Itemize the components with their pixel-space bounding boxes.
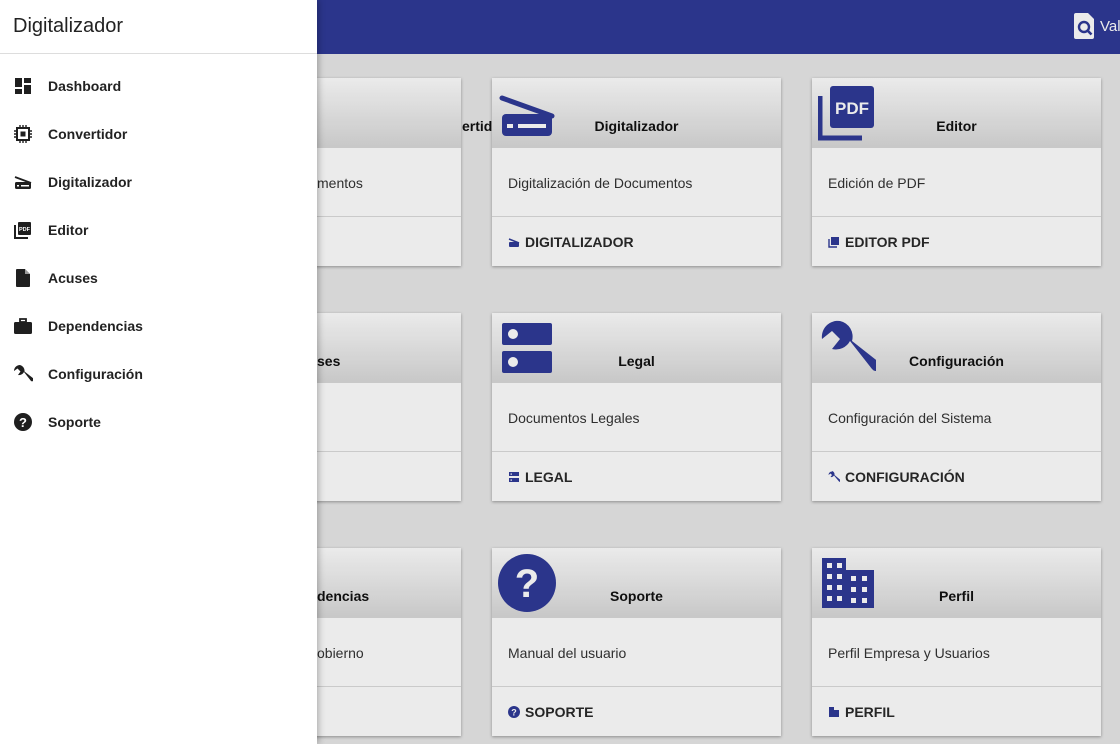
dashboard-icon (15, 78, 31, 94)
drawer-item-dependencias[interactable]: Dependencias (0, 302, 317, 350)
drawer-item-acuses[interactable]: Acuses (0, 254, 317, 302)
drawer-title: Digitalizador (0, 0, 317, 54)
svg-text:PDF: PDF (19, 227, 31, 233)
drawer-item-label: Digitalizador (48, 174, 133, 190)
drawer-item-configuracion[interactable]: Configuración (0, 350, 317, 398)
drawer-item-label: Dashboard (48, 78, 122, 94)
drawer-item-label: Editor (48, 222, 89, 238)
drawer-item-label: Soporte (48, 414, 101, 430)
navigation-drawer: Digitalizador Dashboard Convertidor Digi… (0, 0, 317, 744)
drawer-item-label: Configuración (48, 366, 143, 382)
drawer-menu: Dashboard Convertidor Digitalizador PDF (0, 54, 317, 446)
drawer-item-convertidor[interactable]: Convertidor (0, 110, 317, 158)
drawer-item-label: Acuses (48, 270, 98, 286)
briefcase-icon (14, 318, 32, 334)
drawer-item-label: Dependencias (48, 318, 143, 334)
drawer-item-editor[interactable]: PDF Editor (0, 206, 317, 254)
drawer-item-dashboard[interactable]: Dashboard (0, 62, 317, 110)
wrench-icon (14, 365, 33, 382)
help-circle-icon: ? (14, 413, 32, 431)
drawer-item-digitalizador[interactable]: Digitalizador (0, 158, 317, 206)
scanner-icon (14, 176, 32, 189)
drawer-item-soporte[interactable]: ? Soporte (0, 398, 317, 446)
memory-chip-icon (14, 125, 32, 143)
drawer-item-label: Convertidor (48, 126, 128, 142)
file-icon (16, 269, 30, 287)
pdf-icon: PDF (14, 222, 31, 239)
svg-text:?: ? (19, 415, 27, 430)
